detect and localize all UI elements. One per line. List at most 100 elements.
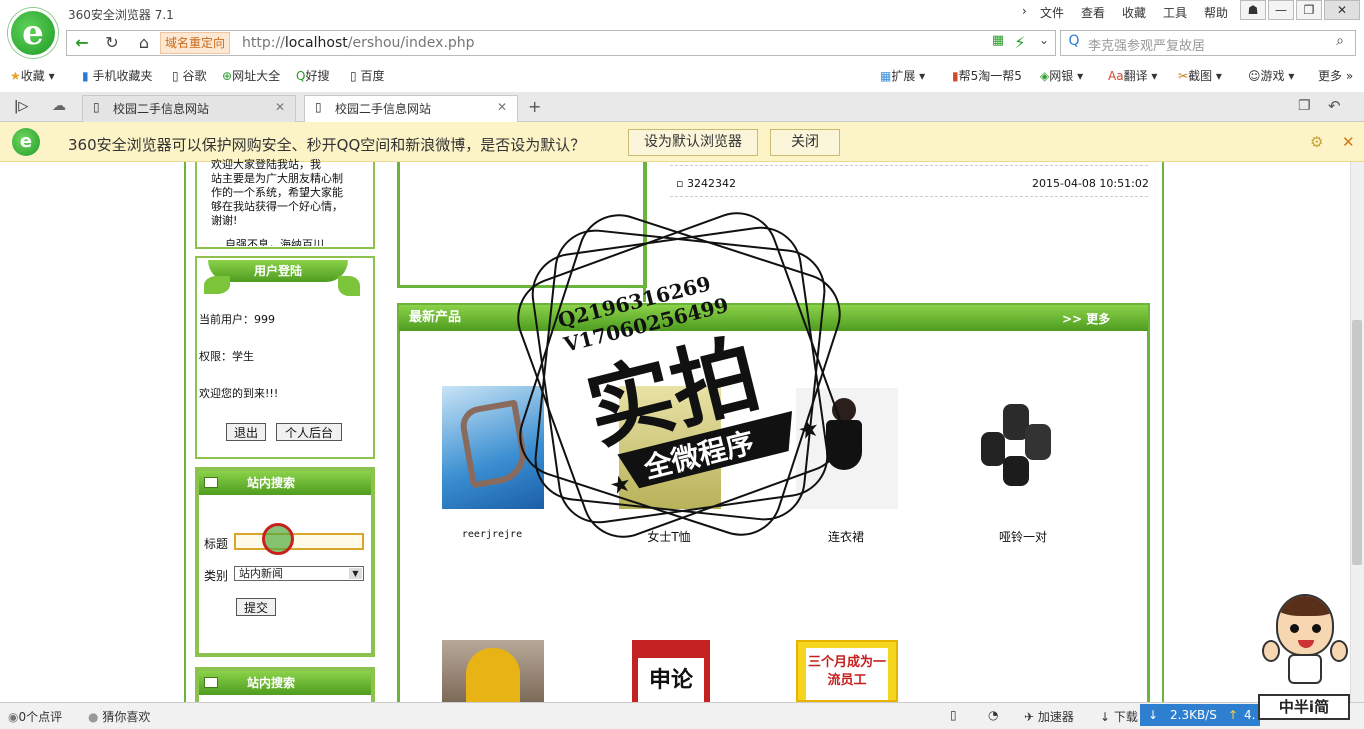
- url-text[interactable]: http://localhost/ershou/index.php: [242, 35, 475, 51]
- product-image-6[interactable]: 申论: [632, 640, 710, 702]
- product-image-5[interactable]: [442, 640, 544, 702]
- arrow-down-icon: ↓: [1148, 708, 1159, 722]
- speed-mode-icon[interactable]: ⚡: [1008, 33, 1032, 53]
- category-value: 站内新闻: [239, 567, 283, 580]
- search-placeholder: 李克强参观严复故居: [1088, 39, 1206, 54]
- book-title: 三个月成为一流员工: [806, 648, 888, 700]
- search-engine-icon[interactable]: Q: [1062, 33, 1086, 53]
- product-image-7[interactable]: 三个月成为一流员工: [796, 640, 898, 702]
- phone-icon: ▮: [82, 69, 89, 83]
- dumbbell-shape: [1025, 424, 1051, 460]
- bookmark-haosou[interactable]: Q好搜: [296, 67, 329, 84]
- toolbar-more[interactable]: 更多 »: [1318, 67, 1353, 84]
- shield-icon: ◈: [1040, 69, 1050, 83]
- submit-button[interactable]: 提交: [236, 598, 276, 616]
- undo-icon[interactable]: ↶: [1328, 97, 1341, 115]
- divider: [670, 196, 1148, 197]
- bookmark-sites[interactable]: ⊕网址大全: [222, 67, 280, 84]
- toolbar-games[interactable]: ☺游戏 ▾: [1248, 67, 1294, 84]
- ime-badge[interactable]: 中半i简: [1258, 694, 1350, 720]
- qrcode-icon[interactable]: ▦: [986, 33, 1010, 53]
- menu-help[interactable]: 帮助: [1204, 4, 1228, 21]
- window-title: 360安全浏览器 7.1: [68, 8, 174, 22]
- news-date: 2015-04-08 10:51:02: [1032, 177, 1149, 190]
- refresh-icon[interactable]: ↻: [100, 33, 124, 53]
- home-icon[interactable]: ⌂: [132, 33, 156, 53]
- set-default-button[interactable]: 设为默认浏览器: [628, 129, 758, 156]
- menu-file[interactable]: 文件: [1040, 4, 1064, 21]
- logout-button[interactable]: 退出: [226, 423, 266, 441]
- bar-chart-icon: ▮: [952, 69, 959, 83]
- personal-backend-button[interactable]: 个人后台: [276, 423, 342, 441]
- comments-status[interactable]: ◉0个点评: [8, 708, 62, 725]
- menu-view[interactable]: 查看: [1081, 4, 1105, 21]
- dumbbell-shape: [1003, 456, 1029, 486]
- menu-arrow-icon[interactable]: ›: [1022, 4, 1027, 18]
- menu-favorites[interactable]: 收藏: [1122, 4, 1146, 21]
- title-input[interactable]: [234, 533, 364, 550]
- back-icon[interactable]: ←: [70, 33, 94, 53]
- maximize-button[interactable]: ❐: [1296, 0, 1322, 20]
- category-select[interactable]: 站内新闻 ▼: [234, 566, 364, 581]
- current-user: 当前用户：999: [199, 313, 275, 326]
- chevron-down-icon: ▼: [349, 568, 362, 579]
- guess-status[interactable]: ● 猜你喜欢: [88, 708, 150, 725]
- search-icon[interactable]: ⌕: [1328, 33, 1352, 53]
- title-label: 标题: [204, 537, 229, 551]
- bookmark-google[interactable]: ▯ 谷歌: [172, 67, 206, 84]
- toolbar-extensions[interactable]: ▦扩展 ▾: [880, 67, 925, 84]
- bookmark-favorites[interactable]: ★收藏 ▾: [10, 67, 55, 84]
- notification-close-button[interactable]: 关闭: [770, 129, 840, 156]
- category-label: 类别: [204, 569, 229, 583]
- user-role: 权限：学生: [199, 350, 254, 363]
- leaf-icon: [204, 276, 230, 294]
- redirect-badge[interactable]: 域名重定向: [160, 32, 231, 54]
- bookmark-mobile[interactable]: ▮ 手机收藏夹: [82, 67, 152, 84]
- gear-icon[interactable]: ⚙: [1310, 133, 1323, 151]
- cloud-icon[interactable]: ☁: [52, 98, 66, 114]
- browser-logo-icon: e: [8, 8, 58, 58]
- plus-icon: ⊕: [222, 69, 233, 83]
- bookmark-baidu[interactable]: ▯ 百度: [350, 67, 384, 84]
- more-link[interactable]: >> 更多: [1062, 310, 1110, 327]
- star-icon: ★: [795, 413, 823, 445]
- cursor-highlight: [262, 523, 294, 555]
- page-border-right: [1162, 162, 1164, 702]
- mascot-icon[interactable]: [1262, 590, 1348, 694]
- panel-icon: [204, 677, 218, 688]
- minimize-button[interactable]: —: [1268, 0, 1294, 20]
- accelerator-status[interactable]: ✈ 加速器: [1024, 708, 1074, 725]
- search-panel: [195, 467, 375, 657]
- product-image-4[interactable]: [973, 396, 1075, 496]
- browser-small-logo-icon: e: [12, 128, 40, 156]
- page-icon: ▯: [350, 69, 357, 83]
- new-tab-button[interactable]: +: [528, 97, 541, 116]
- toolbar-bank[interactable]: ◈网银 ▾: [1040, 67, 1083, 84]
- product-name-4[interactable]: 哑铃一对: [953, 528, 1093, 545]
- leaf-icon: [338, 276, 360, 296]
- close-tab-icon[interactable]: ✕: [497, 100, 507, 114]
- toolbar-translate[interactable]: Aa翻译 ▾: [1108, 67, 1157, 84]
- scrollbar-thumb[interactable]: [1352, 320, 1362, 565]
- news-item[interactable]: ▫ 3242342: [676, 177, 736, 190]
- close-icon[interactable]: ✕: [1342, 133, 1355, 151]
- sidebar-toggle-icon[interactable]: |▷: [14, 99, 28, 114]
- tab-list-icon[interactable]: ❐: [1298, 98, 1311, 114]
- tab-2[interactable]: ▯ 校园二手信息网站 ✕: [304, 95, 518, 122]
- dropdown-icon[interactable]: ⌄: [1032, 33, 1056, 53]
- skin-icon[interactable]: ☗: [1240, 0, 1266, 20]
- title-bar: [0, 0, 1364, 30]
- grid-icon: ▦: [880, 69, 892, 83]
- toolbar-bang5[interactable]: ▮帮5淘一帮5: [952, 67, 1022, 84]
- menu-tools[interactable]: 工具: [1163, 4, 1187, 21]
- page-border-left: [184, 162, 186, 702]
- download-status[interactable]: ↓ 下载: [1100, 708, 1138, 725]
- close-window-button[interactable]: ✕: [1324, 0, 1360, 20]
- toolbar-screenshot[interactable]: ✂截图 ▾: [1178, 67, 1222, 84]
- tab-1[interactable]: ▯ 校园二手信息网站 ✕: [82, 95, 296, 122]
- close-tab-icon[interactable]: ✕: [275, 100, 285, 114]
- history-icon[interactable]: ◔: [988, 708, 998, 722]
- raincoat-shape: [466, 648, 520, 702]
- phone-status-icon[interactable]: ▯: [950, 708, 957, 722]
- book-title: 申论: [638, 658, 704, 702]
